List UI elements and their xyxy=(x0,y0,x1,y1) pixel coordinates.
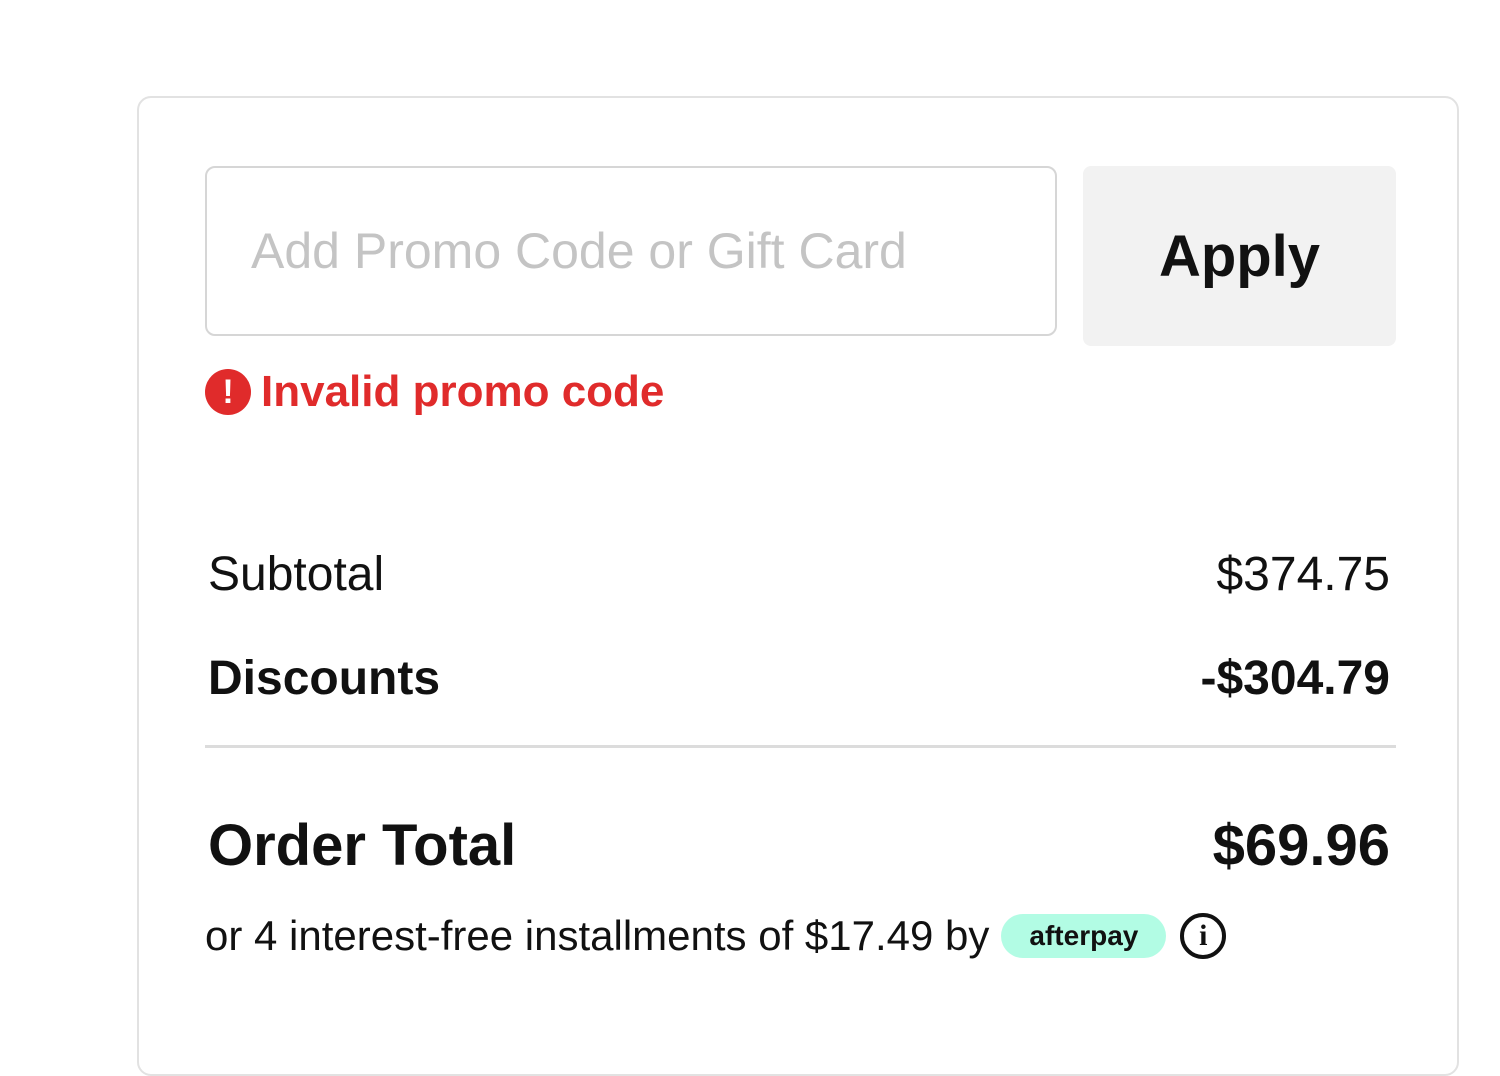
truncated-text-line xyxy=(205,1018,985,1033)
promo-error-text: Invalid promo code xyxy=(261,367,665,416)
promo-code-input[interactable] xyxy=(205,166,1057,336)
subtotal-label: Subtotal xyxy=(208,547,385,601)
order-total-label: Order Total xyxy=(208,812,517,878)
order-total-value: $69.96 xyxy=(1212,812,1390,878)
summary-divider xyxy=(205,745,1396,748)
discounts-row: Discounts -$304.79 xyxy=(208,648,1390,708)
installments-text: or 4 interest-free installments of $17.4… xyxy=(205,912,990,959)
order-total-row: Order Total $69.96 xyxy=(208,810,1390,880)
error-icon: ! xyxy=(205,369,251,415)
afterpay-logo: afterpay xyxy=(1001,914,1167,958)
discounts-value: -$304.79 xyxy=(1200,651,1391,705)
subtotal-value: $374.75 xyxy=(1216,547,1390,601)
installments-row: or 4 interest-free installments of $17.4… xyxy=(205,906,1227,966)
subtotal-row: Subtotal $374.75 xyxy=(208,544,1390,604)
apply-button[interactable]: Apply xyxy=(1083,166,1396,346)
info-icon[interactable]: i xyxy=(1180,913,1227,959)
discounts-label: Discounts xyxy=(208,651,441,705)
promo-error: ! Invalid promo code xyxy=(205,367,664,417)
